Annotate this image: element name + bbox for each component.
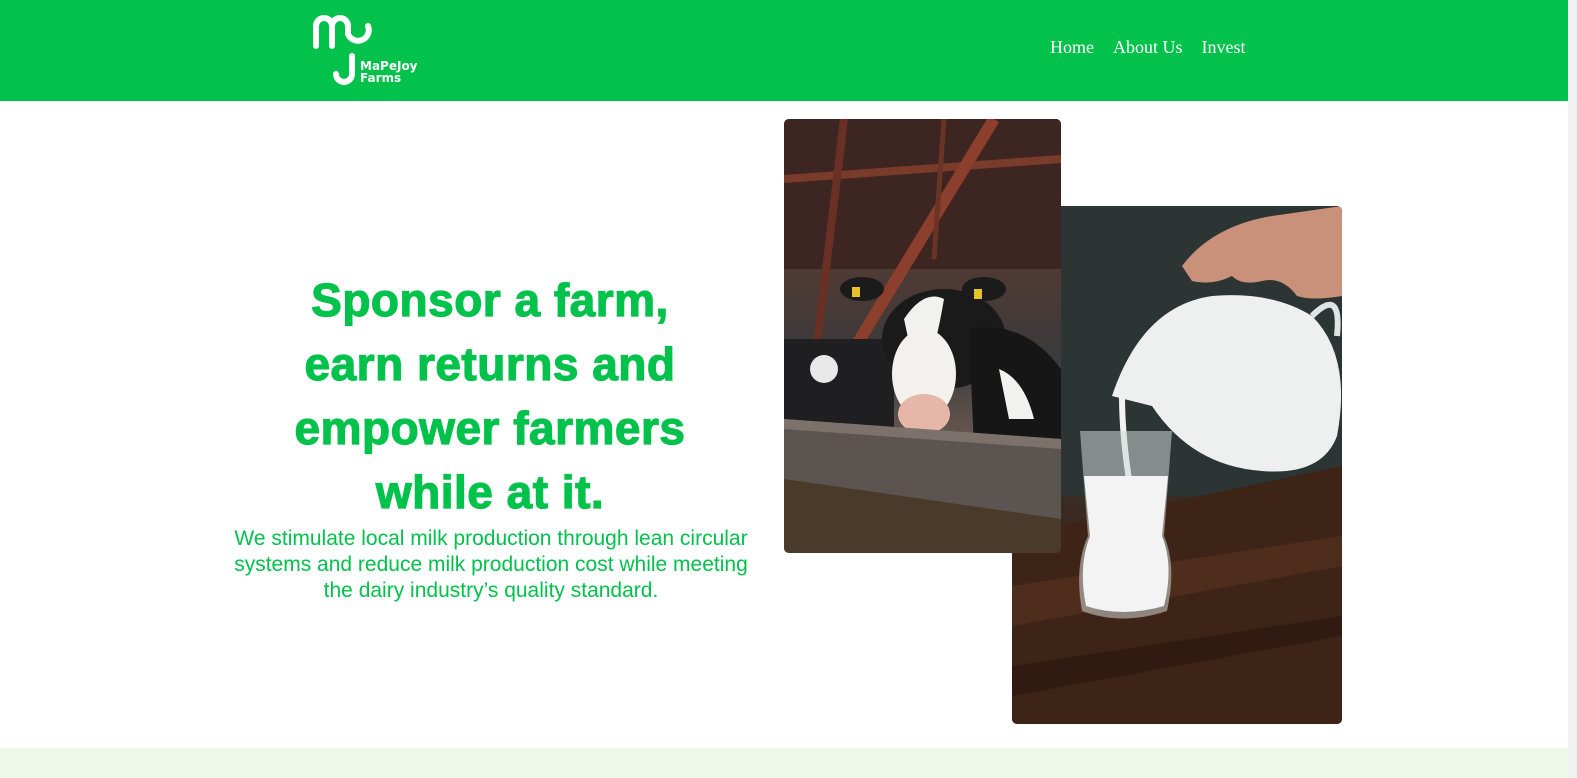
- main-nav: Home About Us Invest: [1050, 37, 1265, 58]
- brand-name-line2: Farms: [360, 71, 402, 85]
- cow-in-barn-image: [784, 119, 1061, 553]
- cow-in-barn-photo-icon: [784, 119, 1061, 553]
- scrollbar-track[interactable]: [1568, 0, 1577, 778]
- hero-subtitle-line: systems and reduce milk production cost …: [234, 553, 748, 576]
- next-section-band: [0, 748, 1568, 778]
- milk-pouring-photo-icon: [1012, 206, 1342, 724]
- hero-subtitle: We stimulate local milk production throu…: [206, 526, 776, 604]
- hero-title-line: Sponsor a farm,: [311, 273, 669, 326]
- hero-title-line: earn returns and: [304, 337, 676, 390]
- hero-title-line: while at it.: [375, 465, 605, 518]
- milk-pouring-image: [1012, 206, 1342, 724]
- nav-about-link[interactable]: About Us: [1113, 37, 1183, 58]
- brand-logo[interactable]: MaPeJoy Farms: [308, 12, 428, 90]
- hero-title-line: empower farmers: [294, 401, 686, 454]
- hero-subtitle-line: the dairy industry’s quality standard.: [323, 579, 659, 602]
- hero-subtitle-line: We stimulate local milk production throu…: [234, 527, 748, 550]
- nav-invest-link[interactable]: Invest: [1202, 37, 1246, 58]
- nav-home-link[interactable]: Home: [1050, 37, 1094, 58]
- hero-title: Sponsor a farm, earn returns and empower…: [210, 268, 770, 524]
- site-header: MaPeJoy Farms Home About Us Invest: [0, 0, 1568, 101]
